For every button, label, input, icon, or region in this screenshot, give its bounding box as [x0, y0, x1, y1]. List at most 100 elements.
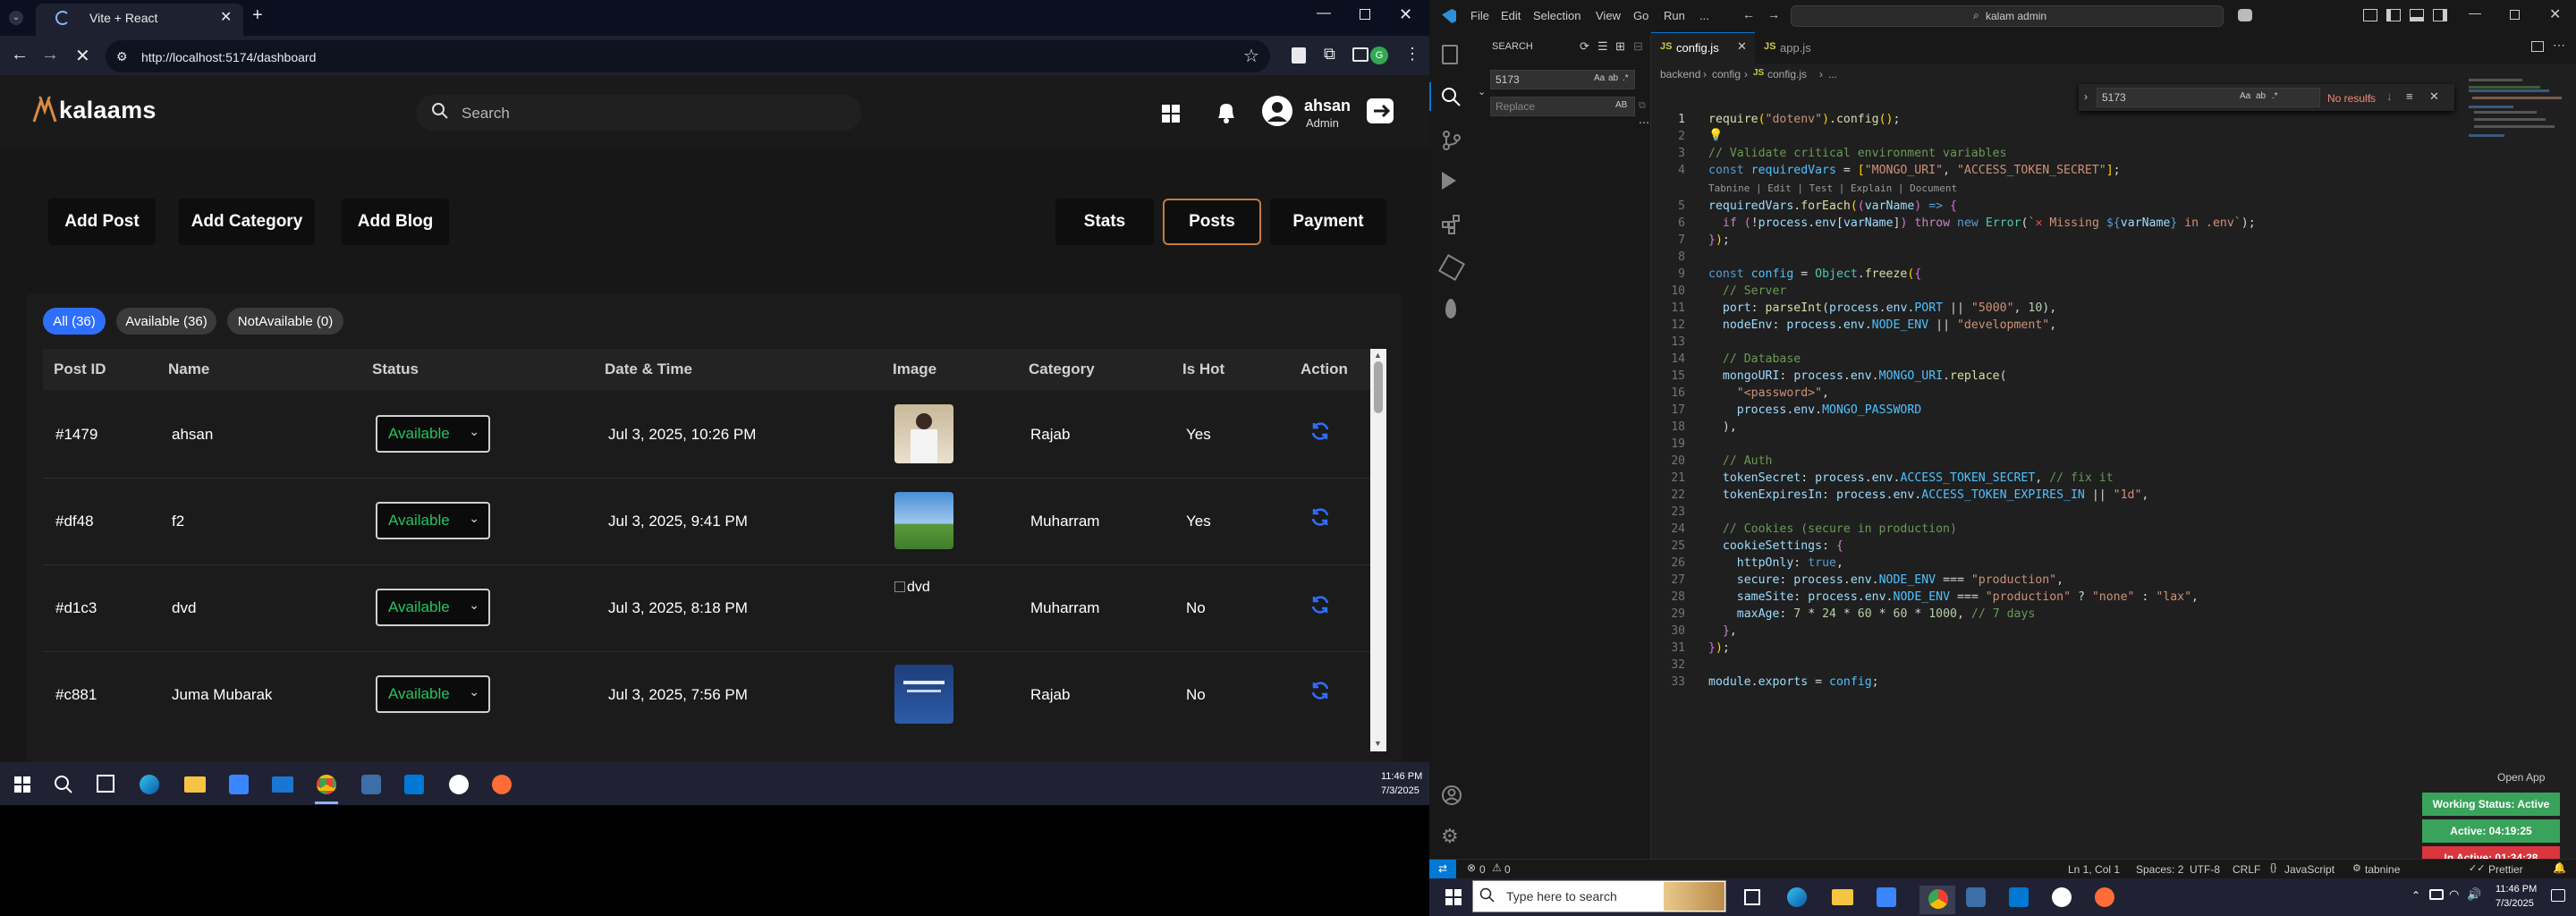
app-icon[interactable]: [1966, 887, 1986, 907]
minimize-icon[interactable]: —: [1317, 5, 1331, 21]
preserve-case-icon[interactable]: AB: [1615, 100, 1627, 110]
add-blog-button[interactable]: Add Blog: [342, 199, 449, 245]
vscode-icon[interactable]: [404, 775, 424, 794]
site-info-icon[interactable]: ⚙: [116, 49, 128, 64]
editor-more-icon[interactable]: ⋯: [2553, 38, 2565, 53]
toggle-secondary-sidebar-icon[interactable]: [2433, 9, 2447, 21]
close-window-icon[interactable]: ✕: [2549, 5, 2561, 23]
store-icon[interactable]: [1877, 887, 1896, 907]
refresh-icon[interactable]: [1309, 680, 1331, 701]
find-regex-icon[interactable]: .*: [2272, 91, 2278, 101]
add-category-button[interactable]: Add Category: [179, 199, 315, 245]
add-post-button[interactable]: Add Post: [48, 199, 156, 245]
notification-center-icon[interactable]: [2551, 889, 2565, 902]
split-editor-icon[interactable]: [2531, 41, 2544, 52]
menu-selection[interactable]: Selection: [1533, 9, 1580, 22]
posts-button[interactable]: Posts: [1163, 199, 1261, 245]
mongodb-leaf-icon[interactable]: [1445, 299, 1456, 318]
back-icon[interactable]: ←: [11, 45, 29, 65]
tabnine-status[interactable]: tabnine: [2365, 863, 2400, 876]
menu-more[interactable]: ...: [1699, 9, 1709, 22]
postman-icon[interactable]: [492, 775, 512, 794]
breadcrumb-1[interactable]: config: [1712, 68, 1741, 81]
mail-icon[interactable]: [272, 776, 293, 793]
bookmark-star-icon[interactable]: ☆: [1243, 45, 1259, 67]
menu-file[interactable]: File: [1470, 9, 1489, 22]
menu-view[interactable]: View: [1596, 9, 1621, 22]
edge-icon[interactable]: [1787, 887, 1807, 907]
error-count[interactable]: 0: [1479, 863, 1486, 876]
status-select[interactable]: Available ⌄: [376, 675, 490, 713]
menu-go[interactable]: Go: [1633, 9, 1648, 22]
code-area[interactable]: 1 2 3 4 5 6 7 8 9 10 11 12 13 14 15 16 17 18 19 20 21 22 23 24 2…: [1651, 113, 2456, 703]
close-window-icon[interactable]: ✕: [1399, 5, 1412, 24]
vscode-icon[interactable]: [2009, 887, 2029, 907]
find-input[interactable]: [2097, 88, 2320, 107]
open-app-label[interactable]: Open App: [2497, 771, 2545, 784]
replace-all-icon[interactable]: ⧉: [1639, 100, 1646, 112]
file-explorer-icon[interactable]: [1832, 889, 1853, 905]
nav-forward-icon[interactable]: →: [1767, 7, 1780, 21]
active-time-button[interactable]: Active: 04:19:25: [2422, 819, 2560, 843]
restore-icon[interactable]: [2510, 10, 2520, 20]
account-icon[interactable]: [1442, 785, 1462, 805]
filter-all[interactable]: All (36): [43, 308, 106, 335]
scroll-up-icon[interactable]: ▲: [1374, 351, 1382, 360]
restore-icon[interactable]: [1360, 9, 1370, 20]
windows-start-icon[interactable]: [1445, 889, 1462, 905]
remote-indicator[interactable]: ⇄: [1429, 860, 1456, 878]
logo-icon[interactable]: [29, 95, 61, 127]
extension-icon[interactable]: [1292, 47, 1306, 64]
find-next-icon[interactable]: ↓: [2386, 89, 2393, 103]
indentation[interactable]: Spaces: 2: [2136, 863, 2183, 876]
payment-button[interactable]: Payment: [1270, 199, 1386, 245]
tray-chevron-icon[interactable]: ⌃: [2411, 889, 2420, 902]
refresh-icon[interactable]: [1309, 420, 1331, 442]
run-debug-icon[interactable]: [1442, 172, 1456, 190]
encoding[interactable]: UTF-8: [2190, 863, 2220, 876]
bell-icon[interactable]: [1215, 100, 1238, 125]
menu-edit[interactable]: Edit: [1501, 9, 1521, 22]
scrollbar-thumb[interactable]: [1374, 361, 1383, 413]
find-whole-word-icon[interactable]: ab: [2256, 91, 2266, 101]
status-select[interactable]: Available ⌄: [376, 502, 490, 539]
forward-icon[interactable]: →: [41, 45, 59, 65]
windows-start-icon[interactable]: [14, 776, 30, 793]
breadcrumb-0[interactable]: backend: [1660, 68, 1700, 81]
layout-icon[interactable]: [2363, 9, 2377, 21]
edge-icon[interactable]: [140, 775, 159, 794]
toggle-replace-icon[interactable]: ⌄: [1478, 86, 1486, 98]
cursor-position[interactable]: Ln 1, Col 1: [2068, 863, 2120, 876]
wifi-icon[interactable]: ◠: [2449, 887, 2459, 902]
search-view-icon[interactable]: [1440, 86, 1462, 107]
minimap[interactable]: [2469, 79, 2567, 141]
working-status-button[interactable]: Working Status: Active: [2422, 793, 2560, 816]
status-select[interactable]: Available ⌄: [376, 589, 490, 626]
avatar-icon[interactable]: [1261, 95, 1293, 127]
tab-list-icon[interactable]: ⌄: [9, 11, 23, 25]
regex-icon[interactable]: .*: [1623, 73, 1629, 83]
prettier-status[interactable]: Prettier: [2488, 863, 2523, 876]
refresh-icon[interactable]: [1309, 594, 1331, 615]
clear-results-icon[interactable]: ☰: [1597, 39, 1608, 54]
end-of-line[interactable]: CRLF: [2233, 863, 2260, 876]
whole-word-icon[interactable]: ab: [1608, 73, 1618, 83]
app-icon[interactable]: [361, 775, 381, 794]
filter-available[interactable]: Available (36): [116, 308, 216, 335]
chrome-icon[interactable]: [317, 775, 336, 794]
collapse-all-icon[interactable]: ⊟: [1633, 39, 1643, 54]
tabnine-status-icon[interactable]: ⚙: [2352, 862, 2361, 874]
network-icon[interactable]: [2429, 889, 2444, 900]
close-tab-icon[interactable]: ✕: [1737, 39, 1747, 54]
toggle-panel-icon[interactable]: [2410, 9, 2424, 21]
refresh-icon[interactable]: [1309, 506, 1331, 528]
menu-kebab-icon[interactable]: ⋮: [1404, 45, 1420, 64]
status-select[interactable]: Available ⌄: [376, 415, 490, 453]
volume-icon[interactable]: 🔊: [2467, 887, 2481, 902]
close-tab-icon[interactable]: ✕: [220, 8, 232, 26]
github-desktop-icon[interactable]: [2052, 887, 2072, 907]
task-view-icon[interactable]: [97, 775, 114, 793]
notifications-bell-icon[interactable]: 🔔: [2553, 861, 2566, 874]
logout-icon[interactable]: [1365, 97, 1397, 125]
github-desktop-icon[interactable]: [449, 775, 469, 794]
